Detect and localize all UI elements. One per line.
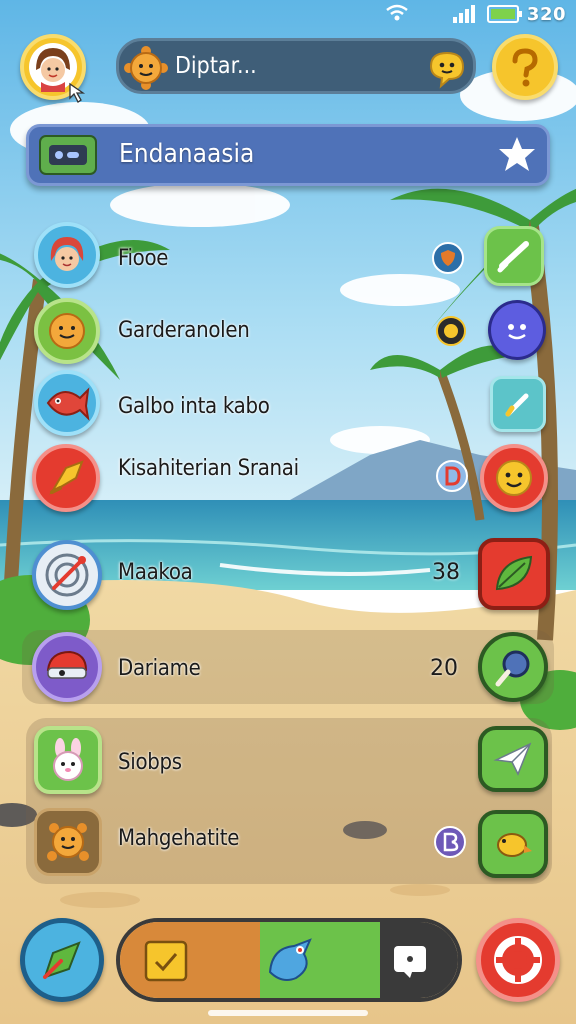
search-input[interactable]: Diptar...: [175, 53, 257, 79]
signal-icon: [453, 5, 475, 23]
list-item-icon: [34, 298, 100, 364]
girl-avatar-icon: [50, 237, 84, 271]
coin-icon: [436, 316, 466, 346]
d-icon: [436, 460, 468, 492]
list-item-icon: [34, 370, 100, 436]
profile-avatar-button[interactable]: [20, 34, 86, 103]
list-item-label: Kisahiterian Sranai: [118, 456, 299, 481]
arrow-icon[interactable]: [20, 918, 104, 1002]
bunny-icon: [53, 738, 83, 781]
banner-panel[interactable]: Endanaasia: [26, 124, 550, 186]
list-item-label: Galbo inta kabo: [118, 394, 270, 419]
list-item-icon: [32, 632, 102, 702]
magnifier-icon[interactable]: [478, 632, 548, 702]
sun-face-icon: [49, 313, 85, 349]
shield-icon: [432, 242, 464, 274]
critter-icon: [47, 823, 89, 861]
wifi-icon: [386, 4, 408, 21]
console-icon: [39, 135, 97, 175]
sun-creature-icon: [124, 46, 168, 90]
bottom-nav-bar: [116, 918, 462, 1002]
list-item-icon: [32, 540, 102, 610]
question-icon: [512, 48, 538, 87]
list-item-icon: [32, 444, 100, 512]
list-item-count: 38: [432, 560, 460, 585]
chat-bubble-icon[interactable]: [427, 49, 467, 89]
banner-title: Endanaasia: [119, 139, 255, 169]
pointer-hand-icon: [69, 82, 86, 103]
list-item[interactable]: Galbo inta kabo: [0, 368, 576, 444]
list-item[interactable]: Fiooe: [0, 218, 576, 294]
list-item[interactable]: Kisahiterian Sranai: [0, 442, 576, 518]
creature-icon[interactable]: [260, 932, 320, 992]
star-icon[interactable]: [495, 133, 539, 177]
chat-face-icon[interactable]: [488, 300, 546, 360]
battery-icon: [487, 5, 522, 23]
home-indicator: [208, 1010, 368, 1016]
list-item-icon: [34, 726, 102, 794]
note-icon[interactable]: [142, 938, 190, 984]
list-item-label: Garderanolen: [118, 318, 250, 343]
list-item-icon: [34, 808, 102, 876]
smiley-icon[interactable]: [480, 444, 548, 512]
helmet-icon: [46, 650, 88, 679]
list-item-label: Siobps: [118, 750, 182, 775]
pencil-icon[interactable]: [490, 376, 546, 432]
list-item[interactable]: Garderanolen: [0, 294, 576, 370]
message-icon[interactable]: [390, 942, 430, 982]
list-item-icon: [34, 222, 100, 288]
search-bar[interactable]: Diptar...: [116, 38, 476, 94]
list-item[interactable]: Dariame 20: [22, 630, 554, 704]
leaf-card-icon[interactable]: [478, 538, 550, 610]
check-icon[interactable]: [484, 226, 544, 286]
list-item[interactable]: Mahgehatite: [0, 806, 576, 882]
status-time: 320: [526, 4, 566, 25]
bird-icon[interactable]: [478, 810, 548, 878]
paper-plane-icon[interactable]: [478, 726, 548, 792]
game-screen: 320 Diptar... Endanaasia Fiooe Garderano…: [0, 0, 576, 1024]
list-item-label: Maakoa: [118, 560, 193, 585]
list-item-label: Dariame: [118, 656, 201, 681]
list-item-label: Fiooe: [118, 246, 169, 271]
help-button[interactable]: [492, 34, 558, 100]
lifebuoy-icon[interactable]: [476, 918, 560, 1002]
fish-icon: [46, 387, 90, 421]
trumpet-icon: [49, 460, 84, 495]
list-item[interactable]: Maakoa 38: [0, 534, 576, 618]
target-icon: [45, 553, 89, 597]
b-icon: [434, 826, 466, 858]
list-item-count: 20: [430, 656, 458, 681]
list-item-label: Mahgehatite: [118, 826, 240, 851]
status-bar: 320: [0, 0, 576, 30]
list-item[interactable]: Siobps: [0, 724, 576, 800]
